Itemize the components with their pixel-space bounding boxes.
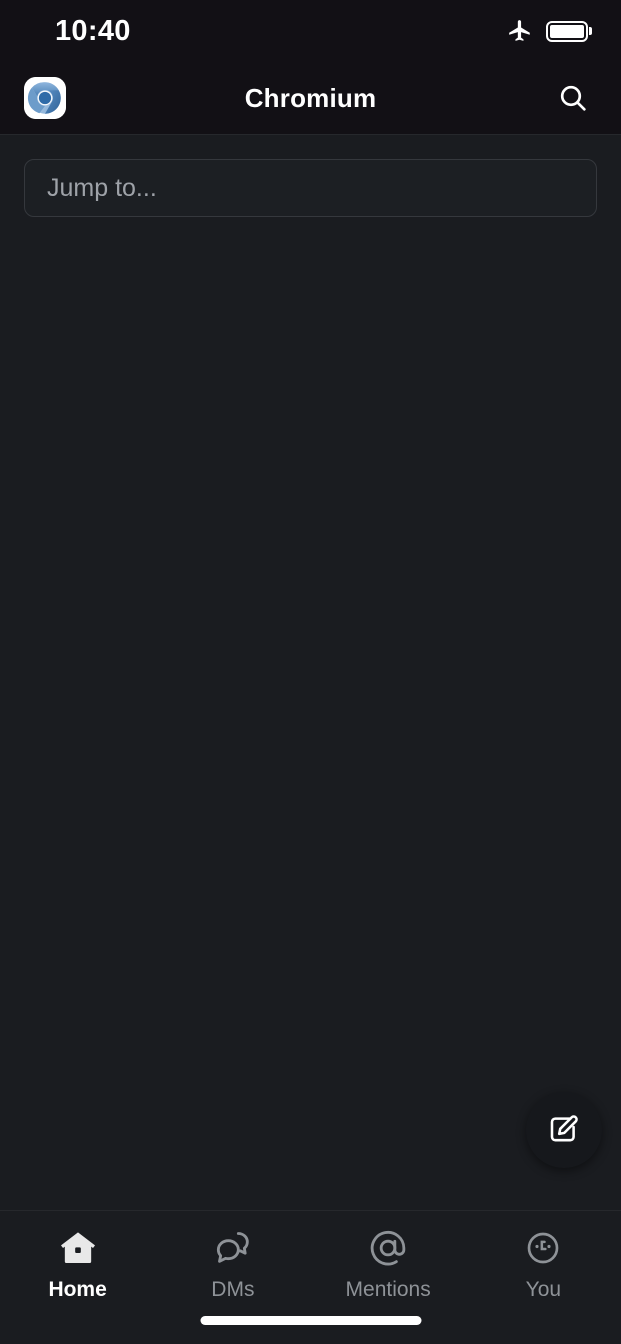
status-bar-indicators — [507, 18, 588, 44]
battery-full-icon — [546, 20, 588, 42]
page-title: Chromium — [244, 82, 377, 113]
app-screen: 10:40 Chromium Jump to... Home DMs Menti… — [0, 0, 621, 1344]
search-icon[interactable] — [551, 76, 595, 120]
nav-label-mentions: Mentions — [345, 1278, 431, 1301]
compose-pencil-icon[interactable] — [526, 1092, 602, 1168]
main-content: Jump to... — [0, 136, 621, 1210]
airplane-mode-icon — [507, 18, 533, 44]
status-bar: 10:40 — [0, 0, 621, 62]
chromium-logo-icon[interactable] — [24, 77, 66, 119]
jump-to-placeholder: Jump to... — [47, 173, 157, 202]
nav-item-you[interactable]: You — [466, 1227, 621, 1344]
nav-item-dms[interactable]: DMs — [155, 1227, 310, 1344]
home-indicator[interactable] — [200, 1316, 421, 1325]
app-header: Chromium — [0, 62, 621, 135]
nav-item-mentions[interactable]: Mentions — [311, 1227, 466, 1344]
home-icon — [58, 1227, 98, 1269]
dms-icon — [213, 1227, 253, 1269]
jump-to-search-input[interactable]: Jump to... — [24, 159, 597, 217]
nav-label-dms: DMs — [211, 1278, 255, 1301]
nav-label-you: You — [525, 1278, 562, 1301]
you-avatar-icon — [523, 1227, 563, 1269]
mentions-at-icon — [368, 1227, 408, 1269]
nav-label-home: Home — [48, 1278, 107, 1301]
status-bar-clock: 10:40 — [55, 14, 131, 47]
nav-item-home[interactable]: Home — [0, 1227, 155, 1344]
